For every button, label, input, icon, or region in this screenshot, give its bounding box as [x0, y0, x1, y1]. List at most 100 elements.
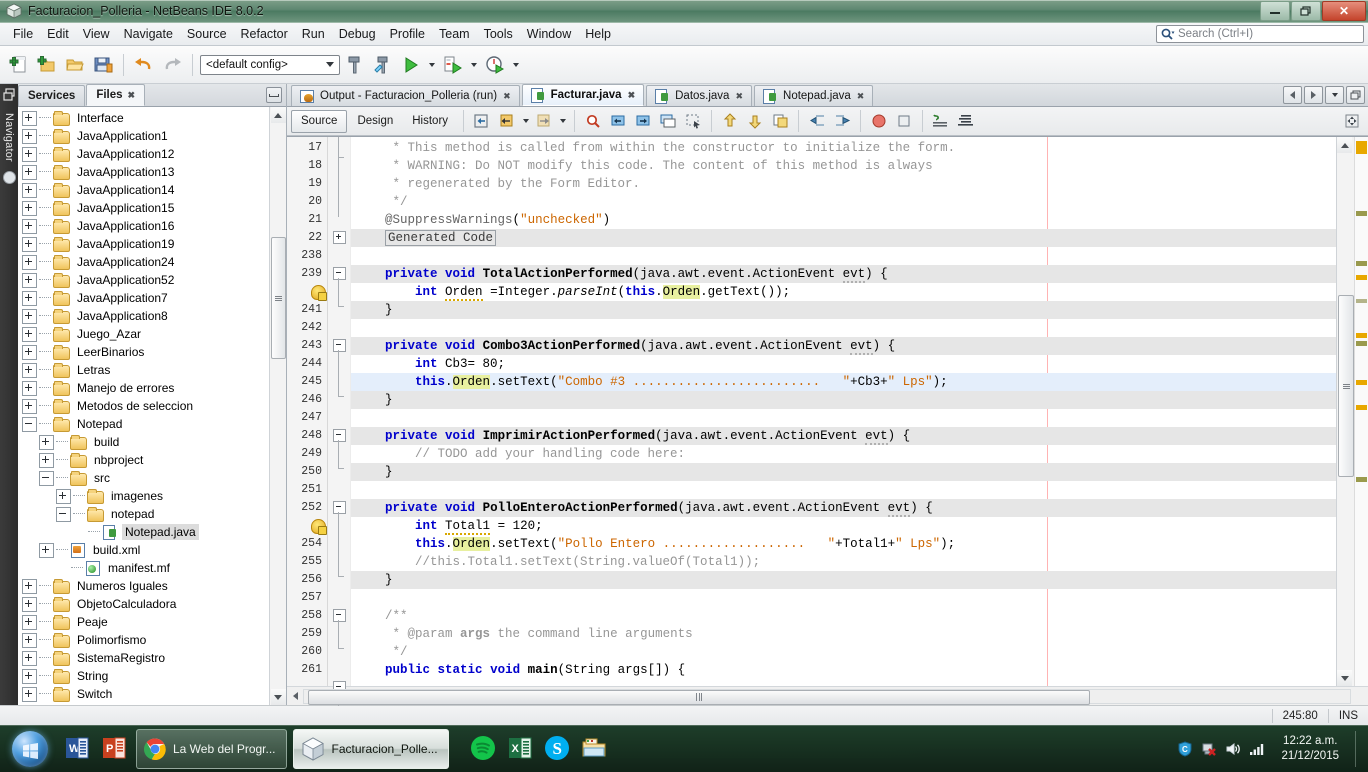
diff-button[interactable] — [929, 110, 953, 132]
tree-item[interactable]: JavaApplication8 — [18, 307, 269, 325]
close-icon[interactable]: ✖ — [735, 91, 743, 102]
menu-window[interactable]: Window — [520, 25, 578, 43]
expand-icon[interactable] — [22, 362, 37, 378]
tree-item[interactable]: JavaApplication16 — [18, 217, 269, 235]
stripe-mark-occurrence[interactable] — [1356, 211, 1367, 216]
show-desktop-button[interactable] — [1355, 731, 1362, 767]
tab-list-dropdown-button[interactable] — [1325, 86, 1344, 104]
menu-help[interactable]: Help — [578, 25, 618, 43]
expand-icon[interactable] — [22, 290, 37, 306]
back-button[interactable] — [495, 110, 519, 132]
editor-vertical-scrollbar[interactable] — [1336, 137, 1354, 686]
warning-bulb-icon[interactable] — [311, 285, 327, 301]
error-stripe[interactable] — [1354, 137, 1368, 686]
expand-icon[interactable] — [22, 398, 37, 414]
close-icon[interactable]: ✖ — [857, 91, 865, 102]
tab-datos-java[interactable]: Datos.java ✖ — [646, 85, 753, 106]
tree-item[interactable]: JavaApplication1 — [18, 127, 269, 145]
explorer-scroll-thumb[interactable] — [271, 237, 286, 359]
fold-collapse-icon[interactable] — [333, 429, 346, 442]
stripe-mark-occurrence[interactable] — [1356, 341, 1367, 346]
open-project-button[interactable] — [62, 52, 88, 78]
toggle-highlight-button[interactable] — [656, 110, 680, 132]
code-line[interactable]: int Orden =Integer.parseInt(this.Orden.g… — [351, 283, 1336, 301]
expand-icon[interactable] — [22, 380, 37, 396]
debug-project-button[interactable] — [440, 52, 466, 78]
expand-icon[interactable] — [39, 434, 54, 450]
expand-icon[interactable] — [56, 488, 71, 504]
tree-item[interactable]: Letras — [18, 361, 269, 379]
menu-profile[interactable]: Profile — [383, 25, 432, 43]
forward-dropdown-arrow[interactable] — [557, 110, 568, 132]
tree-item[interactable]: LeerBinarios — [18, 343, 269, 361]
close-icon[interactable]: ✖ — [503, 91, 511, 102]
expand-icon[interactable] — [22, 632, 37, 648]
stripe-mark-occurrence[interactable] — [1356, 261, 1367, 266]
code-line[interactable]: */ — [351, 643, 1336, 661]
scroll-tabs-left-button[interactable] — [1283, 86, 1302, 104]
menu-refactor[interactable]: Refactor — [234, 25, 295, 43]
tree-item[interactable]: src — [18, 469, 269, 487]
editor-horizontal-scrollbar[interactable] — [287, 686, 1368, 705]
stripe-mark-warning[interactable] — [1356, 333, 1367, 338]
explorer-scrollbar[interactable] — [269, 107, 286, 705]
code-line[interactable]: public static void main(String args[]) { — [351, 661, 1336, 679]
search-input[interactable]: Search (Ctrl+I) — [1156, 25, 1364, 43]
tab-files[interactable]: Files ✖ — [86, 84, 146, 106]
code-line[interactable] — [351, 409, 1336, 427]
tab-design[interactable]: Design — [348, 111, 402, 132]
fold-expand-icon[interactable] — [333, 231, 346, 244]
code-line[interactable]: //this.Total1.setText(String.valueOf(Tot… — [351, 553, 1336, 571]
back-dropdown-arrow[interactable] — [520, 110, 531, 132]
expand-icon[interactable] — [22, 686, 37, 702]
expand-icon[interactable] — [22, 272, 37, 288]
code-line[interactable]: } — [351, 391, 1336, 409]
stripe-mark-warning[interactable] — [1356, 141, 1367, 154]
menu-source[interactable]: Source — [180, 25, 234, 43]
code-line[interactable]: * regenerated by the Form Editor. — [351, 175, 1336, 193]
previous-bookmark-button[interactable] — [718, 110, 742, 132]
fold-collapse-icon[interactable] — [333, 501, 346, 514]
save-all-button[interactable] — [90, 52, 116, 78]
expand-icon[interactable] — [22, 578, 37, 594]
code-line[interactable]: * @param args the command line arguments — [351, 625, 1336, 643]
expand-icon[interactable] — [22, 218, 37, 234]
find-selection-button[interactable] — [581, 110, 605, 132]
run-dropdown-arrow[interactable] — [426, 52, 438, 78]
window-restore-icon[interactable] — [2, 88, 16, 105]
tree-item[interactable]: Switch — [18, 685, 269, 703]
maximize-editor-button[interactable] — [1346, 86, 1365, 104]
expand-icon[interactable] — [22, 614, 37, 630]
taskbar-word[interactable]: W — [63, 730, 93, 768]
scroll-down-button[interactable] — [1337, 670, 1352, 686]
find-previous-button[interactable] — [606, 110, 630, 132]
editor-scroll-thumb[interactable] — [1338, 295, 1354, 477]
expand-icon[interactable] — [22, 164, 37, 180]
code-line[interactable] — [351, 247, 1336, 265]
menu-debug[interactable]: Debug — [332, 25, 383, 43]
code-line[interactable]: @SuppressWarnings("unchecked") — [351, 211, 1336, 229]
tree-item[interactable]: JavaApplication13 — [18, 163, 269, 181]
menu-navigate[interactable]: Navigate — [117, 25, 180, 43]
expand-icon[interactable] — [39, 452, 54, 468]
last-edit-button[interactable] — [470, 110, 494, 132]
compass-icon[interactable] — [2, 170, 17, 188]
project-config-select[interactable]: <default config> — [200, 54, 340, 75]
collapse-icon[interactable] — [39, 470, 54, 486]
collapse-icon[interactable] — [56, 506, 71, 522]
navigator-label[interactable]: Navigator — [3, 113, 15, 162]
tree-item[interactable]: notepad — [18, 505, 269, 523]
code-line[interactable]: * WARNING: Do NOT modify this code. The … — [351, 157, 1336, 175]
minimize-window-button[interactable] — [266, 87, 282, 103]
tab-facturar-java[interactable]: Facturar.java ✖ — [521, 84, 645, 106]
next-bookmark-button[interactable] — [743, 110, 767, 132]
scroll-up-button[interactable] — [1337, 137, 1352, 153]
expand-icon[interactable] — [22, 182, 37, 198]
code-line[interactable]: // TODO add your handling code here: — [351, 445, 1336, 463]
collapse-icon[interactable] — [22, 416, 37, 432]
tree-item[interactable]: Manejo de errores — [18, 379, 269, 397]
tree-item[interactable]: Numeros Iguales — [18, 577, 269, 595]
menu-view[interactable]: View — [76, 25, 117, 43]
start-macro-recording-button[interactable] — [867, 110, 891, 132]
insert-mode-indicator[interactable]: INS — [1327, 709, 1368, 723]
